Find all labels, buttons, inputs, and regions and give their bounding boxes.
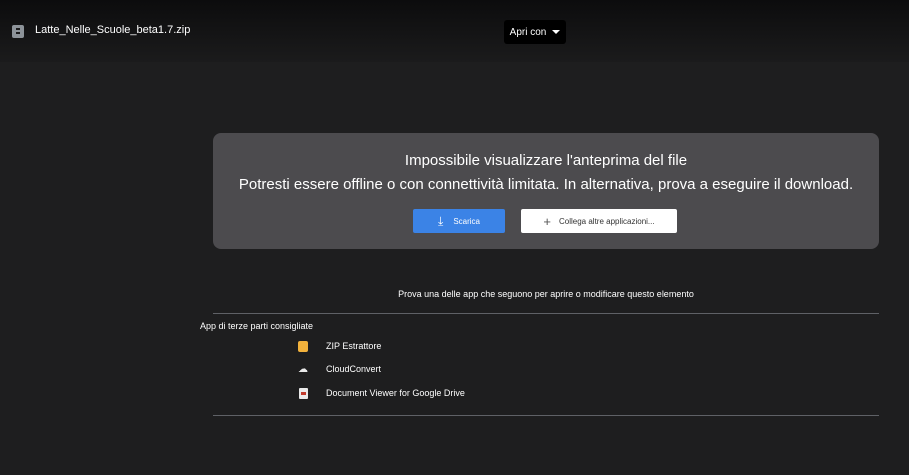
app-item-zip-estrattore[interactable]: ZIP Estrattore xyxy=(297,338,381,354)
plus-icon: + xyxy=(543,213,551,229)
zip-extractor-icon xyxy=(297,340,309,352)
app-label: ZIP Estrattore xyxy=(326,341,382,351)
app-item-document-viewer[interactable]: Document Viewer for Google Drive xyxy=(297,385,465,401)
file-type-icon xyxy=(12,25,24,38)
cloudconvert-icon: ☁ xyxy=(298,363,308,375)
file-name: Latte_Nelle_Scuole_beta1.7.zip xyxy=(35,24,191,36)
divider xyxy=(213,313,879,314)
divider xyxy=(213,415,879,416)
connect-apps-label: Collega altre applicazioni... xyxy=(558,216,655,226)
open-with-label: Apri con xyxy=(509,26,547,38)
download-button[interactable]: ⤓ Scarica xyxy=(413,209,505,233)
suggestion-prompt: Prova una delle app che seguono per apri… xyxy=(398,289,694,299)
top-bar: Latte_Nelle_Scuole_beta1.7.zip Apri con xyxy=(0,0,909,62)
chevron-down-icon xyxy=(552,30,561,34)
download-label: Scarica xyxy=(453,216,480,226)
app-label: Document Viewer for Google Drive xyxy=(326,388,465,398)
section-title: App di terze parti consigliate xyxy=(200,321,314,331)
app-item-cloudconvert[interactable]: ☁ CloudConvert xyxy=(297,361,381,377)
download-icon: ⤓ xyxy=(438,214,444,228)
document-viewer-icon xyxy=(297,387,309,399)
app-label: CloudConvert xyxy=(326,364,382,374)
preview-error-title: Impossibile visualizzare l'anteprima del… xyxy=(404,152,688,169)
preview-error-message: Potresti essere offline o con connettivi… xyxy=(238,176,854,193)
connect-apps-button[interactable]: + Collega altre applicazioni... xyxy=(521,209,677,233)
open-with-button[interactable]: Apri con xyxy=(504,20,566,44)
preview-error-card: Impossibile visualizzare l'anteprima del… xyxy=(213,133,879,249)
